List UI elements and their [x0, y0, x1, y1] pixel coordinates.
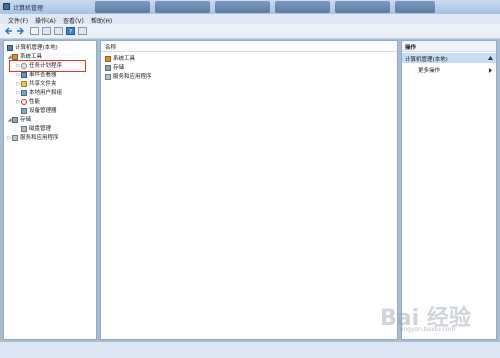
- storage-icon: [12, 116, 18, 123]
- more-actions-link[interactable]: 更多操作: [418, 66, 440, 74]
- list-item-label: 存储: [113, 65, 125, 71]
- tree-label: 磁盘管理: [29, 126, 52, 132]
- blurred-tab: [95, 1, 150, 13]
- tree-pane: 计算机管理(本地) ◢ 系统工具 ▷ 任务计划程序 ▷ 事件查看器 ▷ 共享文件夹 ▷ 本…: [3, 40, 97, 340]
- tree-item-storage[interactable]: ◢ 存储: [7, 116, 31, 124]
- red-highlight-box: [9, 60, 86, 72]
- svg-text:?: ?: [69, 29, 72, 35]
- back-icon[interactable]: [4, 27, 13, 35]
- status-bar: [0, 342, 500, 358]
- blurred-tab: [155, 1, 210, 13]
- actions-header: 操作: [402, 41, 496, 52]
- up-folder-icon[interactable]: [30, 27, 39, 35]
- forward-icon[interactable]: [16, 27, 25, 35]
- tools-icon: [12, 53, 18, 60]
- menu-bar: 文件(F) 操作(A) 查看(V) 帮助(H): [0, 14, 500, 25]
- view-icon[interactable]: [78, 27, 87, 35]
- tree-root[interactable]: 计算机管理(本地): [7, 44, 58, 52]
- tree-item-local-users[interactable]: ▷ 本地用户和组: [16, 89, 62, 97]
- tree-item-disk-management[interactable]: 磁盘管理: [21, 125, 51, 133]
- title-bar: 计算机管理: [0, 0, 500, 14]
- action-section-computer-management[interactable]: 计算机管理(本地): [402, 53, 496, 63]
- tree-item-performance[interactable]: ▷ 性能: [16, 98, 40, 106]
- tree-root-label: 计算机管理(本地): [15, 45, 58, 51]
- performance-icon: [21, 98, 27, 105]
- toolbar: ?: [0, 24, 500, 39]
- help-icon[interactable]: ?: [66, 27, 75, 36]
- tree-item-device-manager[interactable]: 设备管理器: [21, 107, 57, 115]
- device-manager-icon: [21, 107, 27, 114]
- storage-icon: [105, 64, 111, 71]
- tree-item-shared-folders[interactable]: ▷ 共享文件夹: [16, 80, 57, 88]
- list-item-label: 系统工具: [113, 56, 136, 62]
- window-title: 计算机管理: [13, 5, 44, 12]
- action-section-label: 计算机管理(本地): [405, 57, 448, 63]
- tools-icon: [105, 55, 111, 62]
- baidu-watermark-url: jingyan.baidu.com: [400, 326, 456, 333]
- tree-label: 性能: [29, 99, 41, 105]
- blurred-tab: [275, 1, 330, 13]
- blurred-tab: [215, 1, 270, 13]
- computer-management-icon: [3, 3, 10, 10]
- tree-label: 设备管理器: [29, 108, 57, 114]
- tree-label: 存储: [20, 117, 32, 123]
- column-header-name[interactable]: 名称: [101, 41, 397, 52]
- list-item-label: 服务和应用程序: [113, 74, 152, 80]
- shared-folder-icon: [21, 80, 27, 87]
- list-item[interactable]: 服务和应用程序: [105, 73, 152, 82]
- tree-item-services-apps[interactable]: ▷ 服务和应用程序: [7, 134, 59, 142]
- services-icon: [12, 134, 18, 141]
- users-icon: [21, 89, 27, 96]
- actions-pane: 操作 计算机管理(本地) 更多操作: [401, 40, 497, 340]
- tree-label: 事件查看器: [29, 72, 57, 78]
- column-header-label: 名称: [105, 45, 117, 51]
- event-viewer-icon: [21, 71, 27, 78]
- actions-header-label: 操作: [405, 45, 417, 51]
- show-hide-tree-icon[interactable]: [42, 27, 51, 35]
- disk-icon: [21, 125, 27, 132]
- blurred-tab: [395, 1, 435, 13]
- tree-label: 服务和应用程序: [20, 135, 59, 141]
- tree-label: 共享文件夹: [29, 81, 57, 87]
- blurred-tab: [335, 1, 390, 13]
- list-item[interactable]: 存储: [105, 64, 124, 73]
- properties-icon[interactable]: [54, 27, 63, 35]
- content-pane: 名称 系统工具 存储 服务和应用程序: [100, 40, 398, 340]
- tree-label: 本地用户和组: [29, 90, 63, 96]
- list-item[interactable]: 系统工具: [105, 55, 135, 64]
- services-icon: [105, 73, 111, 80]
- submenu-arrow-icon: [489, 68, 492, 73]
- tree-item-event-viewer[interactable]: ▷ 事件查看器: [16, 71, 57, 79]
- computer-icon: [7, 44, 13, 51]
- collapse-up-icon: [488, 56, 493, 60]
